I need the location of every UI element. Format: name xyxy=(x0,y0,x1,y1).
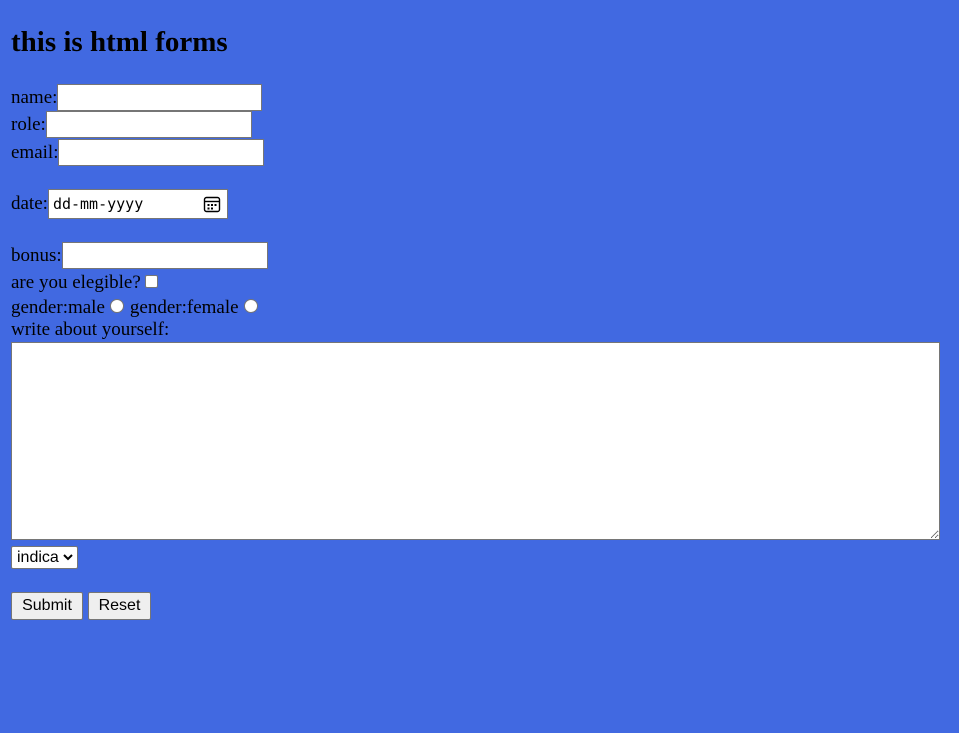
name-label: name: xyxy=(11,86,58,108)
gender-row: gender:male gender:female xyxy=(11,297,264,319)
email-field[interactable] xyxy=(58,139,265,166)
chevron-down-icon xyxy=(63,554,73,561)
name-field[interactable] xyxy=(57,84,263,111)
about-row: write about yourself: xyxy=(11,319,169,341)
gender-male-radio[interactable] xyxy=(109,299,124,313)
calendar-icon[interactable] xyxy=(203,195,221,213)
gender-male-label: gender:male xyxy=(11,297,105,318)
select-value: indica xyxy=(17,548,59,566)
date-row: date: dd-mm-yyyy xyxy=(11,189,228,219)
gender-female-radio[interactable] xyxy=(243,299,258,313)
reset-button[interactable]: Reset xyxy=(88,592,151,620)
about-label: write about yourself: xyxy=(11,319,170,340)
email-row: email: xyxy=(11,139,265,166)
name-row: name: xyxy=(11,84,263,111)
gender-female-label: gender:female xyxy=(129,297,239,318)
role-row: role: xyxy=(11,111,252,138)
date-label: date: xyxy=(11,193,48,214)
eligible-label: are you elegible? xyxy=(11,272,141,293)
bonus-row: bonus: xyxy=(11,242,268,269)
role-label: role: xyxy=(11,113,46,135)
about-textarea[interactable] xyxy=(11,342,940,540)
eligible-row: are you elegible? xyxy=(11,272,158,294)
date-placeholder: dd-mm-yyyy xyxy=(52,195,144,213)
variety-select[interactable]: indica xyxy=(11,546,78,569)
bonus-field[interactable] xyxy=(61,242,268,269)
role-field[interactable] xyxy=(45,111,252,138)
eligible-checkbox[interactable] xyxy=(144,274,158,288)
date-field[interactable]: dd-mm-yyyy xyxy=(47,189,228,219)
submit-button[interactable]: Submit xyxy=(11,592,83,620)
page-title: this is html forms xyxy=(11,26,228,58)
bonus-label: bonus: xyxy=(11,244,62,266)
email-label: email: xyxy=(11,141,59,163)
